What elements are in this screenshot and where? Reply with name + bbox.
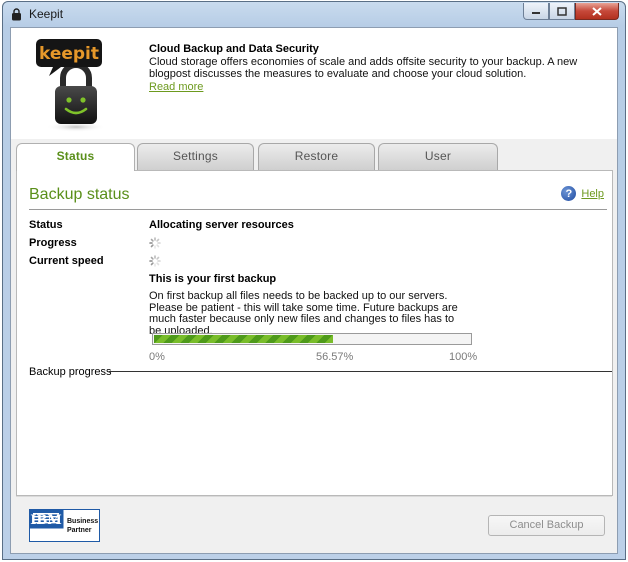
title-bar[interactable]: Keepit	[3, 2, 625, 26]
close-icon	[592, 6, 602, 16]
progress-current-label: 56.57%	[316, 351, 354, 363]
tab-settings[interactable]: Settings	[137, 143, 254, 170]
partner-line1-text: Business	[67, 518, 98, 525]
help-icon[interactable]: ?	[561, 186, 577, 201]
app-window: Keepit keepit Cloud Backup and Data Secu…	[2, 1, 626, 560]
progress-spinner-icon	[149, 237, 161, 249]
progress-min-label: 0%	[149, 351, 165, 363]
panel-title: Backup status	[29, 186, 130, 203]
maximize-button[interactable]	[549, 3, 575, 20]
read-more-link[interactable]: Read more	[149, 81, 203, 93]
tab-status[interactable]: Status	[16, 143, 135, 171]
first-backup-body: On first backup all files needs to be ba…	[149, 290, 458, 337]
minimize-button[interactable]	[523, 3, 549, 20]
progress-max-label: 100%	[449, 351, 478, 363]
help-link[interactable]: ? Help	[561, 186, 604, 201]
backup-progress-divider	[109, 371, 612, 372]
backup-progress-bar	[152, 333, 472, 345]
cancel-backup-button[interactable]: Cancel Backup	[488, 515, 605, 536]
ibm-business-partner-logo: IBM Business Partner	[29, 509, 100, 542]
window-title: Keepit	[29, 7, 64, 21]
client-area: keepit Cloud Backup and Data Security Cl…	[10, 27, 618, 554]
progress-label: Progress	[29, 237, 77, 249]
first-backup-title: This is your first backup	[149, 273, 277, 285]
ibm-brand-text: IBM	[30, 513, 61, 528]
maximize-icon	[557, 6, 567, 16]
status-panel: Backup status ? Help Status Allocating s…	[16, 170, 613, 496]
speed-spinner-icon	[149, 255, 161, 267]
tab-restore[interactable]: Restore	[258, 143, 375, 170]
footer-divider	[16, 496, 612, 497]
tab-user[interactable]: User	[378, 143, 498, 170]
logo-text: keepit	[39, 44, 99, 64]
backup-progress-label: Backup progress	[29, 366, 112, 378]
progress-fill	[154, 335, 333, 343]
status-value: Allocating server resources	[149, 219, 294, 231]
status-label: Status	[29, 219, 63, 231]
window-controls	[523, 3, 619, 20]
keepit-logo: keepit	[36, 39, 106, 132]
keepit-app-icon	[12, 8, 21, 21]
help-label[interactable]: Help	[581, 188, 604, 200]
news-body: Cloud storage offers economies of scale …	[149, 56, 578, 80]
header-banner: keepit Cloud Backup and Data Security Cl…	[11, 28, 617, 139]
minimize-icon	[532, 12, 540, 14]
title-divider	[29, 209, 607, 210]
current-speed-label: Current speed	[29, 255, 104, 267]
close-button[interactable]	[575, 3, 619, 20]
news-title: Cloud Backup and Data Security	[149, 43, 319, 55]
partner-line2-text: Partner	[67, 527, 92, 534]
